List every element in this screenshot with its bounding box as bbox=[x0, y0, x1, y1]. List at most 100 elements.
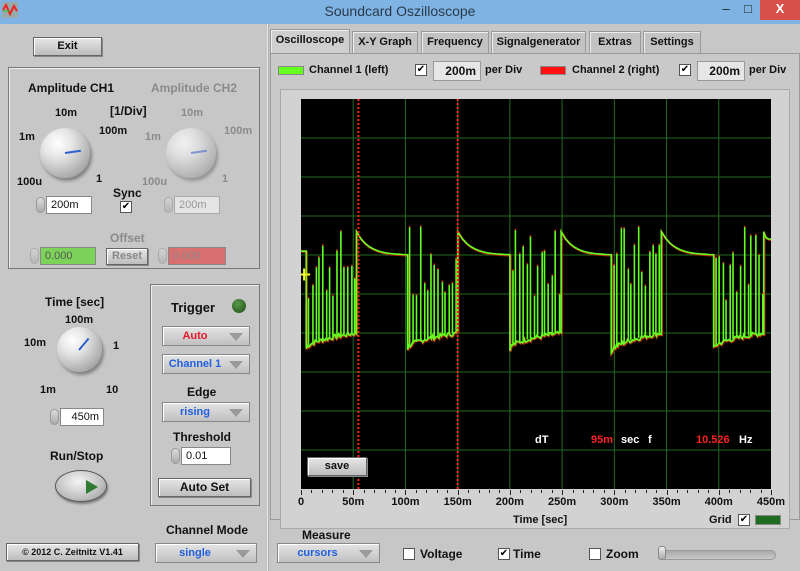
tab-extras[interactable]: Extras bbox=[589, 31, 641, 53]
spike-tip bbox=[353, 277, 356, 279]
spike-tip bbox=[451, 281, 454, 284]
spike-tip bbox=[732, 251, 734, 253]
offset-ch1-control[interactable]: 0.000 bbox=[30, 247, 96, 265]
knob-needle bbox=[78, 337, 90, 351]
threshold-control[interactable]: 0.01 bbox=[171, 447, 231, 465]
spike-tip bbox=[343, 265, 345, 268]
ch2-enable-checkbox[interactable]: ✔ bbox=[679, 64, 691, 76]
x-tick-mark bbox=[760, 490, 762, 493]
trigger-mode-dropdown[interactable]: Auto bbox=[162, 326, 250, 346]
chevron-down-icon bbox=[359, 550, 373, 558]
amplitude-ch1-control[interactable]: 200m bbox=[36, 196, 92, 214]
chevron-down-icon bbox=[229, 333, 243, 341]
grid-checkbox[interactable]: ✔ bbox=[738, 514, 750, 526]
amplitude-ch2-knob[interactable] bbox=[166, 128, 216, 178]
spike-tip bbox=[518, 252, 521, 254]
sync-checkbox[interactable]: ✔ bbox=[120, 201, 132, 213]
offset-ch1-input[interactable]: 0.000 bbox=[40, 247, 96, 265]
ch1-color-swatch[interactable] bbox=[278, 66, 304, 75]
zoom-slider-thumb[interactable] bbox=[658, 546, 666, 560]
spike-tip bbox=[415, 293, 418, 296]
x-tick-mark bbox=[332, 490, 334, 493]
x-tick-mark bbox=[405, 490, 407, 495]
autoset-button[interactable]: Auto Set bbox=[158, 478, 251, 497]
spinner-arrows[interactable] bbox=[158, 248, 167, 264]
amplitude-ch2-input[interactable]: 200m bbox=[174, 196, 220, 214]
tab-frequency[interactable]: Frequency bbox=[421, 31, 489, 53]
trigger-edge-dropdown[interactable]: rising bbox=[162, 402, 250, 422]
close-button[interactable]: X bbox=[760, 0, 800, 20]
amplitude-ch2-control[interactable]: 200m bbox=[164, 196, 220, 214]
exit-button[interactable]: Exit bbox=[33, 37, 102, 56]
spike-tip bbox=[512, 269, 514, 271]
spike-tip bbox=[739, 264, 742, 267]
time-knob[interactable] bbox=[57, 327, 102, 372]
freq-value: 10.526 bbox=[696, 434, 730, 446]
threshold-input[interactable]: 0.01 bbox=[181, 447, 231, 465]
measure-mode-dropdown[interactable]: cursors bbox=[277, 543, 380, 563]
spike-tip bbox=[441, 280, 444, 282]
x-tick-mark bbox=[750, 490, 752, 493]
tab-settings[interactable]: Settings bbox=[643, 31, 701, 53]
x-tick-mark bbox=[311, 490, 313, 493]
zoom-checkbox[interactable] bbox=[589, 548, 601, 560]
offset-label: Offset bbox=[110, 231, 145, 245]
play-icon bbox=[86, 480, 98, 494]
tab-xy-graph[interactable]: X-Y Graph bbox=[352, 31, 418, 53]
tab-signalgenerator[interactable]: Signalgenerator bbox=[491, 31, 586, 53]
maximize-button[interactable]: □ bbox=[737, 0, 759, 20]
minimize-button[interactable]: – bbox=[715, 0, 737, 20]
x-tick-mark bbox=[551, 490, 553, 493]
time-control[interactable]: 450m bbox=[50, 408, 104, 426]
spike-tip bbox=[623, 226, 625, 229]
x-tick-mark bbox=[583, 490, 584, 493]
spike-tip bbox=[437, 267, 439, 270]
spike-tip bbox=[652, 243, 654, 246]
time-input[interactable]: 450m bbox=[60, 408, 104, 426]
dt-unit: sec bbox=[621, 434, 640, 446]
dt-label: dT bbox=[535, 434, 549, 446]
spinner-arrows[interactable] bbox=[30, 248, 39, 264]
spinner-arrows[interactable] bbox=[171, 448, 180, 464]
grid-color-swatch[interactable] bbox=[755, 515, 781, 525]
ch1-scale-100u: 100u bbox=[17, 176, 43, 188]
x-tick-mark bbox=[415, 490, 417, 493]
spinner-arrows[interactable] bbox=[164, 197, 173, 213]
ch1-enable-checkbox[interactable]: ✔ bbox=[415, 64, 427, 76]
offset-reset-button[interactable]: Reset bbox=[106, 248, 148, 265]
trigger-channel-dropdown[interactable]: Channel 1 bbox=[162, 354, 250, 374]
ch2-color-swatch[interactable] bbox=[540, 66, 566, 75]
grid-label: Grid bbox=[709, 514, 732, 526]
copyright-button[interactable]: © 2012 C. Zeitnitz V1.41 bbox=[6, 543, 139, 561]
zoom-slider[interactable] bbox=[658, 550, 776, 560]
spike-tip bbox=[743, 225, 746, 228]
trigger-title: Trigger bbox=[171, 300, 216, 315]
spike-tip bbox=[541, 250, 543, 253]
x-tick-mark bbox=[771, 490, 772, 495]
ch1-per-div-input[interactable]: 200m bbox=[433, 61, 481, 81]
offset-ch2-input[interactable]: 0.000 bbox=[168, 247, 226, 265]
save-button[interactable]: save bbox=[307, 457, 367, 476]
spinner-arrows[interactable] bbox=[50, 409, 59, 425]
runstop-button[interactable] bbox=[55, 470, 107, 502]
spike-tip bbox=[729, 263, 732, 266]
tab-oscilloscope[interactable]: Oscilloscope bbox=[270, 29, 350, 53]
voltage-checkbox[interactable] bbox=[403, 548, 415, 560]
spike-tip bbox=[620, 226, 623, 229]
spike-tip bbox=[722, 261, 725, 264]
spike-tip bbox=[644, 284, 647, 286]
offset-ch2-control[interactable]: 0.000 bbox=[158, 247, 226, 265]
x-tick-mark bbox=[614, 490, 616, 495]
amplitude-ch1-input[interactable]: 200m bbox=[46, 196, 92, 214]
ch2-label: Channel 2 (right) bbox=[572, 64, 660, 76]
x-tick-mark bbox=[457, 490, 459, 495]
channel-mode-value: single bbox=[179, 547, 211, 559]
spike-tip bbox=[318, 255, 320, 258]
spinner-arrows[interactable] bbox=[36, 197, 45, 213]
channel-mode-dropdown[interactable]: single bbox=[155, 543, 257, 563]
oscilloscope-display[interactable] bbox=[301, 99, 771, 489]
amplitude-ch1-knob[interactable] bbox=[40, 128, 90, 178]
ch2-per-div-input[interactable]: 200m bbox=[697, 61, 745, 81]
time-checkbox[interactable]: ✔ bbox=[498, 548, 510, 560]
x-tick-label: 350m bbox=[652, 496, 681, 508]
